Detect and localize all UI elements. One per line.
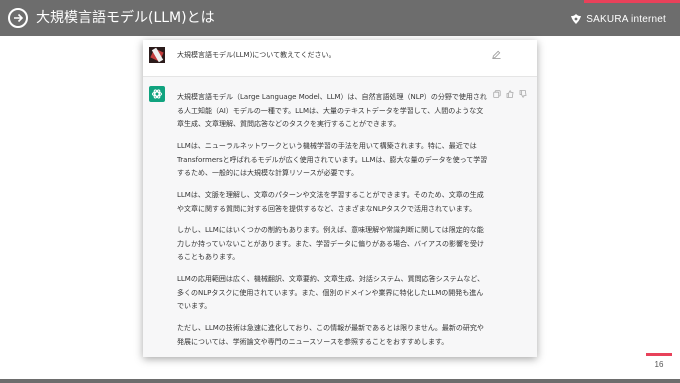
- assistant-message-row: 大規模言語モデル（Large Language Model、LLM）は、自然言語…: [143, 77, 537, 357]
- slide-title: 大規模言語モデル(LLM)とは: [36, 10, 215, 26]
- edit-icon[interactable]: [492, 50, 501, 59]
- header-accent-bar: [584, 0, 680, 3]
- answer-paragraph: LLMの応用範囲は広く、機械翻訳、文章要約、文章生成、対話システム、質問応答シス…: [177, 275, 485, 310]
- logo-text: SAKURA internet: [586, 13, 666, 25]
- slide-header: 大規模言語モデル(LLM)とは SAKURA internet: [0, 0, 680, 36]
- footer-bar: [0, 379, 680, 383]
- answer-paragraph: 大規模言語モデル（Large Language Model、LLM）は、自然言語…: [177, 93, 487, 128]
- page-number-accent: [646, 353, 672, 356]
- answer-paragraph: LLMは、文脈を理解し、文章のパターンや文法を学習することができます。そのため、…: [177, 191, 484, 213]
- sakura-logo-icon: [571, 14, 582, 24]
- chat-window: 大規模言語モデル(LLM)について教えてください。 大規模言語モデル（Large…: [143, 40, 537, 357]
- thumbs-down-icon[interactable]: [519, 90, 527, 98]
- copy-icon[interactable]: [493, 90, 501, 98]
- user-message-row: 大規模言語モデル(LLM)について教えてください。: [143, 40, 537, 77]
- message-actions: [493, 90, 527, 98]
- sakura-logo: SAKURA internet: [570, 10, 666, 28]
- openai-icon: [149, 86, 165, 102]
- answer-paragraph: LLMは、ニューラルネットワークという機械学習の手法を用いて構築されます。特に、…: [177, 142, 488, 177]
- user-message: 大規模言語モデル(LLM)について教えてください。: [177, 51, 336, 59]
- arrow-right-icon: [8, 8, 28, 28]
- user-avatar: [149, 47, 165, 63]
- page-number: 16: [654, 360, 664, 369]
- answer-paragraph: ただし、LLMの技術は急速に進化しており、この情報が最新であるとは限りません。最…: [177, 324, 484, 346]
- answer-paragraph: しかし、LLMにはいくつかの制約もあります。例えば、意味理解や常識判断に関しては…: [177, 226, 484, 261]
- thumbs-up-icon[interactable]: [506, 90, 514, 98]
